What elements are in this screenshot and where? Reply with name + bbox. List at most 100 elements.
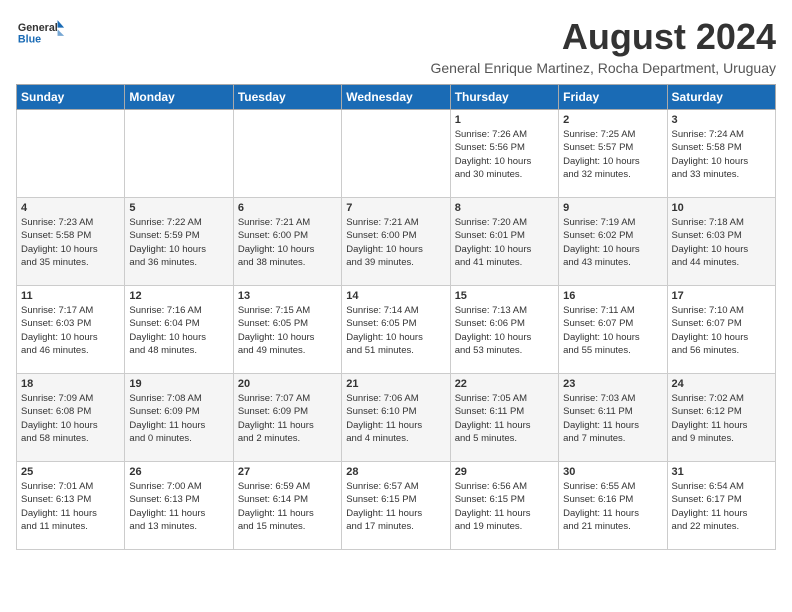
calendar-cell: 26Sunrise: 7:00 AM Sunset: 6:13 PM Dayli… bbox=[125, 462, 233, 550]
day-number: 6 bbox=[238, 202, 337, 214]
weekday-header: Thursday bbox=[450, 85, 558, 110]
day-info: Sunrise: 7:01 AM Sunset: 6:13 PM Dayligh… bbox=[21, 480, 120, 533]
calendar-cell: 9Sunrise: 7:19 AM Sunset: 6:02 PM Daylig… bbox=[559, 198, 667, 286]
calendar-cell: 22 Sunrise: 7:05 AM Sunset: 6:11 PM Dayli… bbox=[450, 374, 558, 462]
calendar-cell: 13Sunrise: 7:15 AM Sunset: 6:05 PM Dayli… bbox=[233, 286, 341, 374]
calendar-cell: 24 Sunrise: 7:02 AM Sunset: 6:12 PM Dayli… bbox=[667, 374, 775, 462]
day-info: Sunrise: 7:19 AM Sunset: 6:02 PM Dayligh… bbox=[563, 216, 662, 269]
day-info: Sunrise: 7:17 AM Sunset: 6:03 PM Dayligh… bbox=[21, 304, 120, 357]
day-number: 17 bbox=[672, 290, 771, 302]
day-info: Sunrise: 6:57 AM Sunset: 6:15 PM Dayligh… bbox=[346, 480, 445, 533]
day-number: 21 bbox=[346, 378, 445, 390]
day-info: Sunrise: 7:23 AM Sunset: 5:58 PM Dayligh… bbox=[21, 216, 120, 269]
calendar-cell: 31 Sunrise: 6:54 AM Sunset: 6:17 PM Dayli… bbox=[667, 462, 775, 550]
calendar-cell: 25 Sunrise: 7:01 AM Sunset: 6:13 PM Dayli… bbox=[17, 462, 125, 550]
weekday-header: Saturday bbox=[667, 85, 775, 110]
calendar-cell: 5Sunrise: 7:22 AM Sunset: 5:59 PM Daylig… bbox=[125, 198, 233, 286]
day-info: Sunrise: 7:26 AM Sunset: 5:56 PM Dayligh… bbox=[455, 128, 554, 181]
calendar-cell: 30 Sunrise: 6:55 AM Sunset: 6:16 PM Dayli… bbox=[559, 462, 667, 550]
month-title: August 2024 bbox=[430, 16, 776, 58]
page-header: General Blue August 2024 General Enrique… bbox=[16, 16, 776, 76]
calendar-week-row: 11 Sunrise: 7:17 AM Sunset: 6:03 PM Dayli… bbox=[17, 286, 776, 374]
day-info: Sunrise: 7:08 AM Sunset: 6:09 PM Dayligh… bbox=[129, 392, 228, 445]
calendar-cell: 15 Sunrise: 7:13 AM Sunset: 6:06 PM Dayli… bbox=[450, 286, 558, 374]
day-info: Sunrise: 7:24 AM Sunset: 5:58 PM Dayligh… bbox=[672, 128, 771, 181]
day-info: Sunrise: 6:55 AM Sunset: 6:16 PM Dayligh… bbox=[563, 480, 662, 533]
calendar-cell bbox=[233, 110, 341, 198]
weekday-header: Friday bbox=[559, 85, 667, 110]
calendar-week-row: 4 Sunrise: 7:23 AM Sunset: 5:58 PM Daylig… bbox=[17, 198, 776, 286]
day-number: 2 bbox=[563, 114, 662, 126]
day-number: 19 bbox=[129, 378, 228, 390]
day-number: 29 bbox=[455, 466, 554, 478]
day-number: 15 bbox=[455, 290, 554, 302]
calendar-cell: 19 Sunrise: 7:08 AM Sunset: 6:09 PM Dayli… bbox=[125, 374, 233, 462]
day-number: 25 bbox=[21, 466, 120, 478]
day-info: Sunrise: 6:56 AM Sunset: 6:15 PM Dayligh… bbox=[455, 480, 554, 533]
day-number: 27 bbox=[238, 466, 337, 478]
day-info: Sunrise: 7:09 AM Sunset: 6:08 PM Dayligh… bbox=[21, 392, 120, 445]
day-number: 22 bbox=[455, 378, 554, 390]
calendar-cell: 28 Sunrise: 6:57 AM Sunset: 6:15 PM Dayli… bbox=[342, 462, 450, 550]
day-info: Sunrise: 7:21 AM Sunset: 6:00 PM Dayligh… bbox=[238, 216, 337, 269]
calendar-cell: 18Sunrise: 7:09 AM Sunset: 6:08 PM Dayli… bbox=[17, 374, 125, 462]
day-number: 10 bbox=[672, 202, 771, 214]
calendar-cell: 1Sunrise: 7:26 AM Sunset: 5:56 PM Daylig… bbox=[450, 110, 558, 198]
calendar-cell bbox=[125, 110, 233, 198]
logo: General Blue bbox=[16, 16, 66, 54]
calendar-cell: 16 Sunrise: 7:11 AM Sunset: 6:07 PM Dayli… bbox=[559, 286, 667, 374]
day-info: Sunrise: 6:59 AM Sunset: 6:14 PM Dayligh… bbox=[238, 480, 337, 533]
day-number: 31 bbox=[672, 466, 771, 478]
calendar-cell: 12 Sunrise: 7:16 AM Sunset: 6:04 PM Dayli… bbox=[125, 286, 233, 374]
day-info: Sunrise: 6:54 AM Sunset: 6:17 PM Dayligh… bbox=[672, 480, 771, 533]
day-number: 4 bbox=[21, 202, 120, 214]
calendar-cell bbox=[342, 110, 450, 198]
day-info: Sunrise: 7:07 AM Sunset: 6:09 PM Dayligh… bbox=[238, 392, 337, 445]
calendar-table: SundayMondayTuesdayWednesdayThursdayFrid… bbox=[16, 84, 776, 550]
title-section: August 2024 General Enrique Martinez, Ro… bbox=[430, 16, 776, 76]
calendar-week-row: 1Sunrise: 7:26 AM Sunset: 5:56 PM Daylig… bbox=[17, 110, 776, 198]
day-info: Sunrise: 7:16 AM Sunset: 6:04 PM Dayligh… bbox=[129, 304, 228, 357]
day-number: 12 bbox=[129, 290, 228, 302]
calendar-cell: 14 Sunrise: 7:14 AM Sunset: 6:05 PM Dayli… bbox=[342, 286, 450, 374]
day-number: 3 bbox=[672, 114, 771, 126]
day-info: Sunrise: 7:18 AM Sunset: 6:03 PM Dayligh… bbox=[672, 216, 771, 269]
calendar-cell bbox=[17, 110, 125, 198]
day-number: 26 bbox=[129, 466, 228, 478]
day-info: Sunrise: 7:11 AM Sunset: 6:07 PM Dayligh… bbox=[563, 304, 662, 357]
day-info: Sunrise: 7:02 AM Sunset: 6:12 PM Dayligh… bbox=[672, 392, 771, 445]
day-info: Sunrise: 7:05 AM Sunset: 6:11 PM Dayligh… bbox=[455, 392, 554, 445]
calendar-cell: 2Sunrise: 7:25 AM Sunset: 5:57 PM Daylig… bbox=[559, 110, 667, 198]
weekday-header-row: SundayMondayTuesdayWednesdayThursdayFrid… bbox=[17, 85, 776, 110]
day-number: 7 bbox=[346, 202, 445, 214]
calendar-cell: 6 Sunrise: 7:21 AM Sunset: 6:00 PM Daylig… bbox=[233, 198, 341, 286]
calendar-cell: 11 Sunrise: 7:17 AM Sunset: 6:03 PM Dayli… bbox=[17, 286, 125, 374]
weekday-header: Tuesday bbox=[233, 85, 341, 110]
calendar-week-row: 25 Sunrise: 7:01 AM Sunset: 6:13 PM Dayli… bbox=[17, 462, 776, 550]
day-number: 20 bbox=[238, 378, 337, 390]
calendar-cell: 21Sunrise: 7:06 AM Sunset: 6:10 PM Dayli… bbox=[342, 374, 450, 462]
calendar-week-row: 18Sunrise: 7:09 AM Sunset: 6:08 PM Dayli… bbox=[17, 374, 776, 462]
calendar-cell: 7Sunrise: 7:21 AM Sunset: 6:00 PM Daylig… bbox=[342, 198, 450, 286]
day-number: 8 bbox=[455, 202, 554, 214]
day-info: Sunrise: 7:22 AM Sunset: 5:59 PM Dayligh… bbox=[129, 216, 228, 269]
day-number: 23 bbox=[563, 378, 662, 390]
day-number: 24 bbox=[672, 378, 771, 390]
day-number: 11 bbox=[21, 290, 120, 302]
day-info: Sunrise: 7:13 AM Sunset: 6:06 PM Dayligh… bbox=[455, 304, 554, 357]
calendar-cell: 8Sunrise: 7:20 AM Sunset: 6:01 PM Daylig… bbox=[450, 198, 558, 286]
calendar-cell: 17 Sunrise: 7:10 AM Sunset: 6:07 PM Dayli… bbox=[667, 286, 775, 374]
calendar-cell: 29 Sunrise: 6:56 AM Sunset: 6:15 PM Dayli… bbox=[450, 462, 558, 550]
calendar-cell: 23 Sunrise: 7:03 AM Sunset: 6:11 PM Dayli… bbox=[559, 374, 667, 462]
location-title: General Enrique Martinez, Rocha Departme… bbox=[430, 60, 776, 76]
calendar-cell: 4 Sunrise: 7:23 AM Sunset: 5:58 PM Daylig… bbox=[17, 198, 125, 286]
day-number: 30 bbox=[563, 466, 662, 478]
day-number: 16 bbox=[563, 290, 662, 302]
day-info: Sunrise: 7:15 AM Sunset: 6:05 PM Dayligh… bbox=[238, 304, 337, 357]
day-number: 14 bbox=[346, 290, 445, 302]
svg-text:Blue: Blue bbox=[18, 33, 41, 45]
day-info: Sunrise: 7:03 AM Sunset: 6:11 PM Dayligh… bbox=[563, 392, 662, 445]
day-info: Sunrise: 7:10 AM Sunset: 6:07 PM Dayligh… bbox=[672, 304, 771, 357]
day-number: 28 bbox=[346, 466, 445, 478]
day-info: Sunrise: 7:14 AM Sunset: 6:05 PM Dayligh… bbox=[346, 304, 445, 357]
